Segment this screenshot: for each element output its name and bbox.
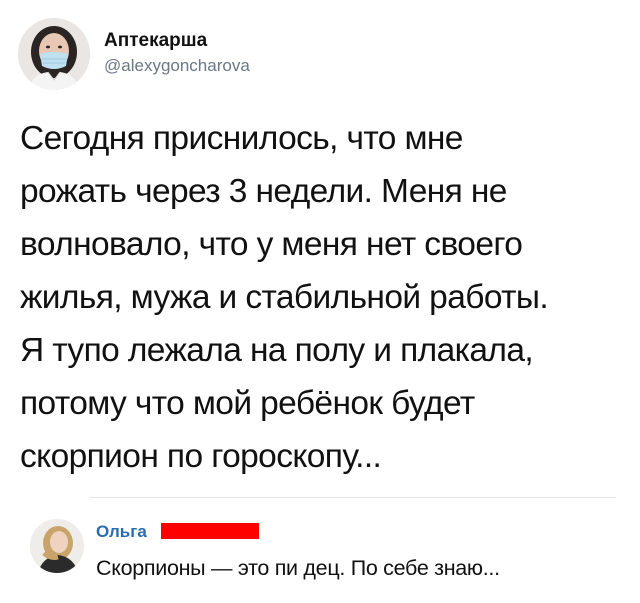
author-avatar-image (18, 18, 90, 90)
tweet-text-line: потому что мой ребёнок будет (20, 385, 475, 422)
author-name[interactable]: Аптекарша (104, 30, 207, 52)
redaction-bar (161, 523, 259, 539)
author-avatar[interactable] (18, 18, 90, 90)
tweet-text-line: Сегодня приснилось, что мне (20, 120, 463, 157)
reply-avatar-image (30, 519, 84, 573)
reply-author-avatar[interactable] (30, 519, 84, 573)
tweet-text-line: Я тупо лежала на полу и плакала, (20, 332, 534, 369)
tweet-text-line: скорпион по гороскопу... (20, 438, 382, 475)
tweet-text: Сегодня приснилось, что мне рожать через… (20, 112, 620, 483)
tweet-text-line: рожать через 3 недели. Меня не (20, 173, 507, 210)
tweet-text-line: волновало, что у меня нет своего (20, 226, 523, 263)
author-handle[interactable]: @alexygoncharova (104, 56, 250, 76)
reply-text: Скорпионы — это пи дец. По себе знаю... (96, 556, 500, 580)
tweet-card: Аптекарша @alexygoncharova Сегодня присн… (0, 0, 640, 603)
tweet-text-line: жилья, мужа и стабильной работы. (20, 279, 549, 316)
reply-divider (90, 497, 616, 498)
reply-author-name[interactable]: Ольга (96, 522, 147, 542)
